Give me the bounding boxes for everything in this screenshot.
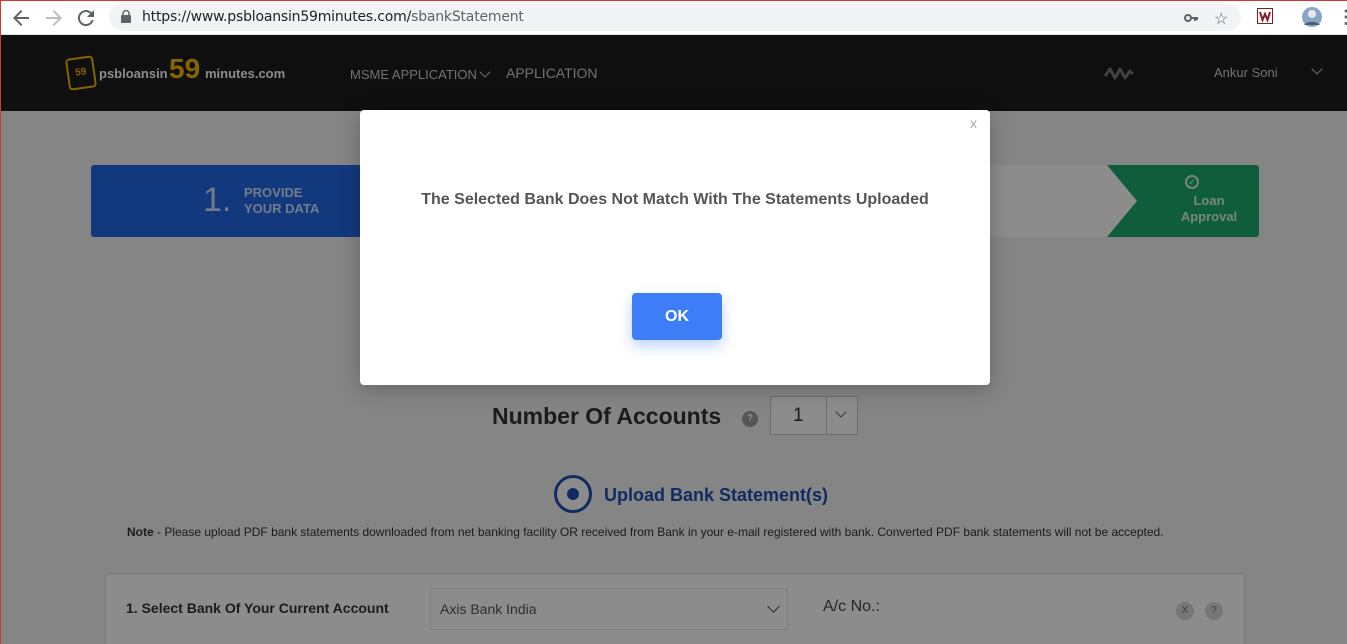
reload-icon[interactable]	[74, 6, 98, 30]
url-text: https://www.psbloansin59minutes.com/sban…	[142, 9, 524, 25]
browser-toolbar: https://www.psbloansin59minutes.com/sban…	[1, 1, 1347, 35]
ok-button[interactable]: OK	[632, 293, 722, 340]
profile-avatar-icon[interactable]	[1301, 6, 1323, 34]
lock-icon	[121, 9, 131, 23]
menu-dots-icon[interactable]: ⋮	[1337, 7, 1347, 27]
address-bar[interactable]: https://www.psbloansin59minutes.com/sban…	[109, 4, 1241, 31]
modal-message: The Selected Bank Does Not Match With Th…	[421, 191, 929, 208]
extension-icon[interactable]	[1257, 8, 1273, 30]
back-icon[interactable]	[9, 6, 33, 30]
key-icon[interactable]	[1183, 10, 1199, 32]
forward-icon[interactable]	[42, 6, 66, 30]
close-icon[interactable]: x	[970, 115, 977, 131]
error-modal: x The Selected Bank Does Not Match With …	[360, 110, 990, 385]
star-icon[interactable]: ☆	[1214, 10, 1228, 30]
modal-backdrop-header	[1, 35, 1347, 111]
